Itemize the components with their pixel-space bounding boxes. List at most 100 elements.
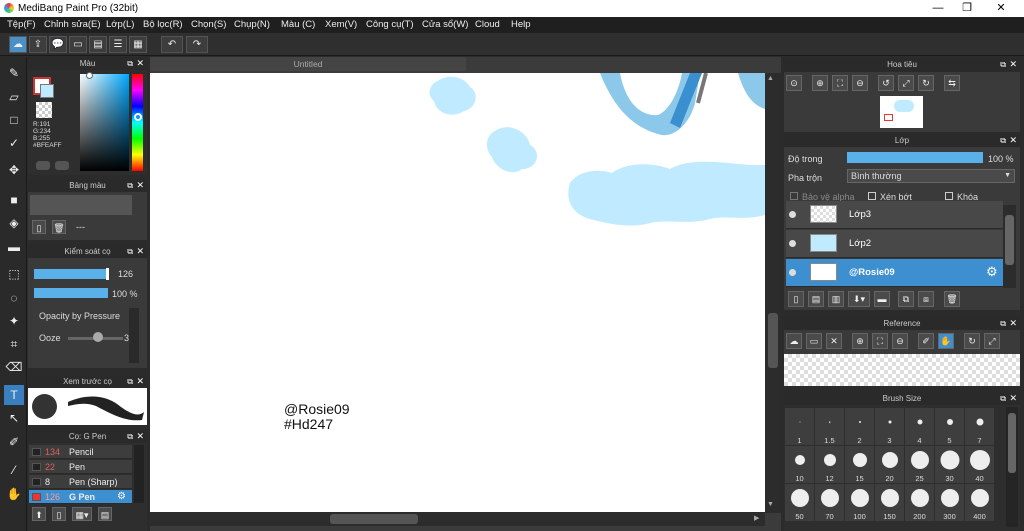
- layer-row[interactable]: Lớp2: [786, 230, 1003, 258]
- menu-color[interactable]: Màu (C): [281, 19, 315, 30]
- message-icon[interactable]: ▭: [69, 36, 87, 53]
- brush-size-cell[interactable]: 30: [935, 446, 964, 483]
- canvas-text[interactable]: @Rosie09 #Hd247: [284, 402, 350, 432]
- zoom-fit-icon[interactable]: ⊙: [786, 75, 802, 91]
- shape-tool-icon[interactable]: ■: [4, 190, 24, 210]
- delete-palette-icon[interactable]: 🗑: [52, 220, 66, 234]
- grid-icon[interactable]: ▦: [129, 36, 147, 53]
- palette-list[interactable]: [30, 195, 132, 215]
- clipping-checkbox[interactable]: [868, 192, 876, 200]
- redo-icon[interactable]: ↷: [186, 36, 208, 53]
- panel-close-icon[interactable]: ✕: [136, 375, 144, 388]
- protect-alpha-checkbox[interactable]: [790, 192, 798, 200]
- layer-row[interactable]: Lớp3: [786, 201, 1003, 229]
- brush-item[interactable]: 22 Pen: [29, 460, 132, 474]
- menu-capture[interactable]: Chụp(N): [234, 19, 270, 30]
- brush-menu-icon[interactable]: ▦▾: [72, 507, 92, 521]
- blend-mode-select[interactable]: Bình thường ▼: [847, 169, 1015, 183]
- rotate-left-icon[interactable]: ↺: [878, 75, 894, 91]
- layer-scroll-thumb[interactable]: [1005, 215, 1014, 265]
- add-layer-menu-icon[interactable]: ⬇▾: [848, 291, 870, 307]
- close-button[interactable]: ✕: [984, 0, 1018, 17]
- actual-size-icon[interactable]: ⛶: [832, 75, 848, 91]
- menu-file[interactable]: Tệp(F): [7, 19, 36, 30]
- zoom-out-icon[interactable]: ⊖: [852, 75, 868, 91]
- brush-size-handle[interactable]: [106, 268, 109, 280]
- select-eraser-icon[interactable]: ⌫: [4, 357, 24, 377]
- brush-size-cell[interactable]: 20: [875, 446, 904, 483]
- eyedropper-icon[interactable]: ✐: [4, 432, 24, 452]
- menu-select[interactable]: Chọn(S): [191, 19, 226, 30]
- float-icon[interactable]: ⧉: [127, 375, 133, 388]
- brush-size-scroll-thumb[interactable]: [1008, 413, 1016, 473]
- visibility-icon[interactable]: [789, 240, 796, 247]
- list-icon[interactable]: ☰: [109, 36, 127, 53]
- panel-close-icon[interactable]: ✕: [1009, 58, 1017, 71]
- brush-size-cell[interactable]: 12: [815, 446, 844, 483]
- canvas[interactable]: @Rosie09 #Hd247: [150, 73, 765, 513]
- transparent-swatch[interactable]: [36, 102, 52, 118]
- eyedropper-icon[interactable]: ✐: [918, 333, 934, 349]
- brush-opacity-slider[interactable]: [34, 288, 108, 298]
- move-tool-icon[interactable]: ✥: [4, 160, 24, 180]
- canvas-horizontal-scrollbar[interactable]: ▶: [150, 512, 765, 526]
- gear-icon[interactable]: ⚙: [117, 491, 126, 502]
- brush-size-cell[interactable]: 400: [965, 484, 994, 521]
- magic-wand-icon[interactable]: ✦: [4, 311, 24, 331]
- layer-row-selected[interactable]: @Rosie09 ⚙: [786, 259, 1003, 287]
- new-brush-icon[interactable]: ▯: [52, 507, 66, 521]
- panel-close-icon[interactable]: ✕: [136, 430, 144, 443]
- flip-icon[interactable]: ⇆: [944, 75, 960, 91]
- eyedropper-2-icon[interactable]: ⁄: [4, 460, 24, 480]
- hue-slider[interactable]: [132, 74, 143, 171]
- brush-size-cell[interactable]: 1: [785, 408, 814, 445]
- panel-close-icon[interactable]: ✕: [136, 57, 144, 70]
- scroll-up-icon[interactable]: ▲: [767, 75, 774, 82]
- operation-tool-icon[interactable]: ↖: [4, 408, 24, 428]
- navigator-viewport[interactable]: [884, 114, 893, 121]
- ooze-handle[interactable]: [93, 332, 103, 342]
- brush-item[interactable]: 134 Pencil: [29, 445, 132, 459]
- panel-close-icon[interactable]: ✕: [1009, 134, 1017, 147]
- brush-size-cell[interactable]: 1.5: [815, 408, 844, 445]
- menu-cloud[interactable]: Cloud: [475, 19, 500, 30]
- gear-icon[interactable]: ⚙: [986, 264, 998, 280]
- float-icon[interactable]: ⧉: [127, 57, 133, 70]
- menu-edit[interactable]: Chỉnh sửa(E): [44, 19, 101, 30]
- rotate-right-icon[interactable]: ↻: [918, 75, 934, 91]
- hand-tool-icon[interactable]: ✋: [4, 484, 24, 504]
- float-icon[interactable]: ⧉: [1000, 134, 1006, 147]
- layer-list-scrollbar[interactable]: [1003, 205, 1016, 288]
- fill-tool-icon[interactable]: ◈: [4, 213, 24, 233]
- new-layer-icon[interactable]: ▯: [788, 291, 804, 307]
- float-icon[interactable]: ⧉: [127, 430, 133, 443]
- brush-size-cell[interactable]: 2: [845, 408, 874, 445]
- scroll-right-icon[interactable]: ▶: [754, 514, 759, 522]
- upload-icon[interactable]: ⇪: [29, 36, 47, 53]
- float-icon[interactable]: ⧉: [127, 179, 133, 192]
- document-icon[interactable]: ▤: [89, 36, 107, 53]
- panel-close-icon[interactable]: ✕: [1009, 392, 1017, 405]
- brush-settings-icon[interactable]: ▤: [98, 507, 112, 521]
- new-8bit-layer-icon[interactable]: ▥: [828, 291, 844, 307]
- scroll-down-icon[interactable]: ▼: [767, 501, 774, 508]
- menu-layer[interactable]: Lớp(L): [106, 19, 134, 30]
- horizontal-scroll-thumb[interactable]: [330, 514, 418, 524]
- brush-size-cell[interactable]: 100: [845, 484, 874, 521]
- menu-tools[interactable]: Công cụ(T): [366, 19, 414, 30]
- merge-layer-icon[interactable]: ⧈: [918, 291, 934, 307]
- brush-size-cell[interactable]: 50: [785, 484, 814, 521]
- canvas-vertical-scrollbar[interactable]: ▲ ▼: [765, 73, 781, 513]
- text-tool-icon[interactable]: T: [4, 385, 24, 405]
- menu-filter[interactable]: Bộ lọc(R): [143, 19, 183, 30]
- actual-size-icon[interactable]: ⛶: [872, 333, 888, 349]
- navigator-thumbnail[interactable]: [880, 96, 923, 128]
- new-palette-icon[interactable]: ▯: [32, 220, 46, 234]
- saturation-value-picker[interactable]: [80, 74, 129, 171]
- select-pen-icon[interactable]: ⌗: [4, 334, 24, 354]
- fit-window-icon[interactable]: ⤢: [898, 75, 914, 91]
- eraser-tool-icon[interactable]: ▱: [4, 87, 24, 107]
- brush-size-cell[interactable]: 70: [815, 484, 844, 521]
- canvas-tab[interactable]: Untitled: [150, 57, 466, 71]
- delete-layer-icon[interactable]: 🗑: [944, 291, 960, 307]
